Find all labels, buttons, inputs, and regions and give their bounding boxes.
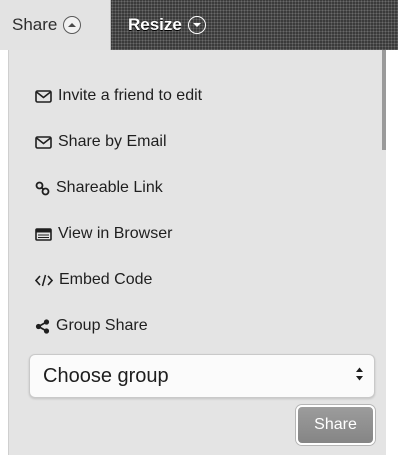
envelope-icon [35,135,52,149]
share-button[interactable]: Share [296,405,375,445]
tab-resize[interactable]: Resize [111,0,398,50]
menu-item-shareable-link[interactable]: Shareable Link [35,176,163,200]
browser-window-icon [35,227,52,241]
menu-item-label: Group Share [56,317,148,334]
share-nodes-icon [35,318,50,334]
menu-item-embed-code[interactable]: Embed Code [35,268,152,292]
code-icon [35,274,53,287]
menu-item-view-in-browser[interactable]: View in Browser [35,222,172,246]
envelope-icon [35,89,52,103]
menu-item-label: Share by Email [58,133,167,150]
menu-item-label: Embed Code [59,271,153,288]
menu-item-share-by-email[interactable]: Share by Email [35,130,167,154]
chevron-down-circle-icon [187,16,206,34]
menu-item-group-share[interactable]: Group Share [35,314,148,338]
menu-item-label: Shareable Link [56,179,163,196]
group-select[interactable]: Choose group [29,354,375,398]
share-panel: Invite a friend to edit Share by Email S… [8,50,386,455]
menu-item-label: View in Browser [58,225,173,242]
updown-arrows-icon [355,365,364,388]
tab-bar: Share Resize [0,0,398,50]
tab-share-label: Share [12,15,58,34]
tab-share[interactable]: Share [0,0,111,50]
menu-item-invite-friend[interactable]: Invite a friend to edit [35,84,202,108]
scrollbar[interactable] [382,50,386,150]
group-select-value: Choose group [43,364,169,387]
menu-item-label: Invite a friend to edit [58,87,203,104]
tab-resize-label: Resize [128,15,182,34]
link-icon [35,181,50,196]
chevron-up-circle-icon [63,16,82,34]
